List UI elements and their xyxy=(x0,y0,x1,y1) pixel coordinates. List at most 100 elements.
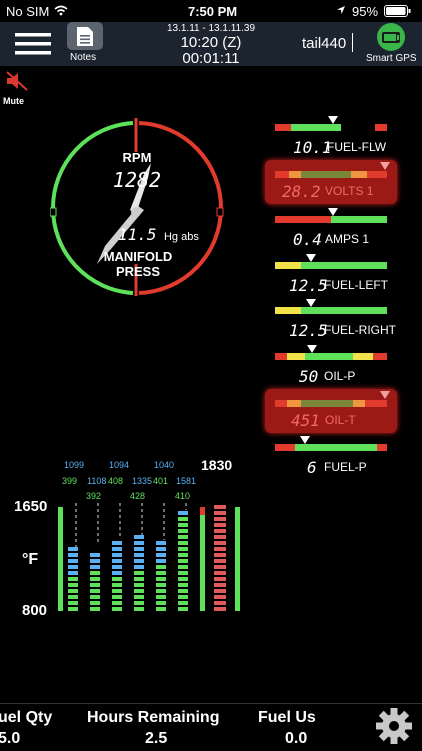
gauge-fuel-right: 12.5 FUEL-RIGHT xyxy=(275,299,415,340)
gauge-pointer xyxy=(300,436,310,444)
egt-segment xyxy=(156,553,166,557)
egt-segment xyxy=(68,577,78,581)
location-arrow-icon xyxy=(337,6,345,14)
clock-text: 7:50 PM xyxy=(188,4,238,19)
egt-segment xyxy=(68,583,78,587)
cht-segment xyxy=(214,577,226,581)
notes-label: Notes xyxy=(70,52,97,63)
egt-segment xyxy=(112,571,122,575)
gauge-volts-1: 28.2 VOLTS 1 xyxy=(265,160,397,204)
gauge-oil-temp: 451 OIL-T xyxy=(265,389,397,433)
egt-segment xyxy=(156,559,166,563)
egt-segment xyxy=(134,547,144,551)
egt-segment xyxy=(134,595,144,599)
egt-segment xyxy=(178,559,188,563)
egt-segment xyxy=(178,529,188,533)
gauge-fuel-pressure: 6 FUEL-P xyxy=(275,436,415,477)
egt-segment xyxy=(90,589,100,593)
carrier-text: No SIM xyxy=(6,4,50,19)
egt-segment xyxy=(90,571,100,575)
egt-segment xyxy=(68,571,78,575)
egt-segment xyxy=(178,535,188,539)
egt-segment xyxy=(156,565,166,569)
cht-segment xyxy=(214,559,226,563)
egt-segment xyxy=(134,565,144,569)
egt-segment xyxy=(112,559,122,563)
egt-segment xyxy=(134,571,144,575)
egt-segment xyxy=(112,547,122,551)
gauge-oil-pressure: 50 OIL-P xyxy=(275,345,415,386)
fuel-used-label: Fuel Us xyxy=(258,709,316,726)
cht-segment xyxy=(214,607,226,611)
egt-segment xyxy=(112,565,122,569)
egt-segment xyxy=(68,589,78,593)
mute-speaker-icon xyxy=(6,71,28,91)
gauge-fuel-flow: 10.1 FUEL-FLW xyxy=(275,116,415,157)
egt-segment xyxy=(178,595,188,599)
egt-segment xyxy=(134,577,144,581)
egt-segment xyxy=(134,601,144,605)
egt-segment xyxy=(134,589,144,593)
cht-segment xyxy=(214,541,226,545)
egt-segment xyxy=(112,601,122,605)
egt-segment xyxy=(134,535,144,539)
fuel-qty-value: 5.0 xyxy=(0,730,21,747)
egt-segment xyxy=(112,607,122,611)
egt-segment xyxy=(90,553,100,557)
egt-segment xyxy=(112,541,122,545)
egt-segment xyxy=(156,601,166,605)
gps-device-icon xyxy=(377,23,405,51)
egt-segment xyxy=(68,553,78,557)
egt-segment xyxy=(134,583,144,587)
egt-segment xyxy=(156,541,166,545)
egt-segment xyxy=(112,595,122,599)
cht-segment xyxy=(214,583,226,587)
egt-segment xyxy=(178,589,188,593)
smart-gps-button[interactable]: Smart GPS xyxy=(366,22,420,66)
tail-number-input[interactable]: tail440 xyxy=(302,32,360,56)
egt-segment xyxy=(90,607,100,611)
egt-segment xyxy=(178,565,188,569)
mute-label: Mute xyxy=(3,96,24,106)
gauge-amps-1: 0.4 AMPS 1 xyxy=(275,208,415,249)
cht-segment xyxy=(214,565,226,569)
egt-segment xyxy=(156,583,166,587)
manifold-readout: 11.5 Hg abs xyxy=(118,225,228,245)
egt-segment xyxy=(112,589,122,593)
fuel-used-value: 0.0 xyxy=(285,730,308,747)
cht-segment xyxy=(214,535,226,539)
egt-segment xyxy=(156,547,166,551)
cht-segment xyxy=(214,529,226,533)
gauge-pointer xyxy=(380,391,390,399)
egt-segment xyxy=(178,607,188,611)
gauge-pointer xyxy=(328,208,338,216)
cht-segment xyxy=(214,553,226,557)
cht-segment xyxy=(214,511,226,515)
egt-segment xyxy=(178,553,188,557)
egt-segment xyxy=(90,577,100,581)
egt-segment xyxy=(90,559,100,563)
gauge-pointer xyxy=(306,299,316,307)
cht-segment xyxy=(214,505,226,509)
egt-bars xyxy=(58,503,240,611)
egt-segment xyxy=(68,565,78,569)
egt-segment xyxy=(112,583,122,587)
gauge-pointer xyxy=(328,116,338,124)
egt-segment xyxy=(178,583,188,587)
manifold-label-2: PRESS xyxy=(115,264,161,279)
gauge-pointer xyxy=(307,345,317,353)
cht-segment xyxy=(214,589,226,593)
manifold-label-1: MANIFOLD xyxy=(103,249,173,264)
menu-icon[interactable] xyxy=(15,33,51,55)
smart-gps-label: Smart GPS xyxy=(366,53,417,64)
gauge-pointer xyxy=(380,162,390,170)
egt-segment xyxy=(134,553,144,557)
bottom-summary-bar: uel Qty 5.0 Hours Remaining 2.5 Fuel Us … xyxy=(0,703,422,751)
notes-button[interactable]: Notes xyxy=(66,22,104,66)
date-range: 13.1.11 - 13.1.11.39 xyxy=(166,23,256,34)
egt-segment xyxy=(178,541,188,545)
fuel-qty-label: uel Qty xyxy=(0,709,53,726)
rpm-value: 1282 xyxy=(112,168,162,192)
gear-icon[interactable] xyxy=(375,707,413,745)
mute-button[interactable]: Mute xyxy=(2,70,32,108)
